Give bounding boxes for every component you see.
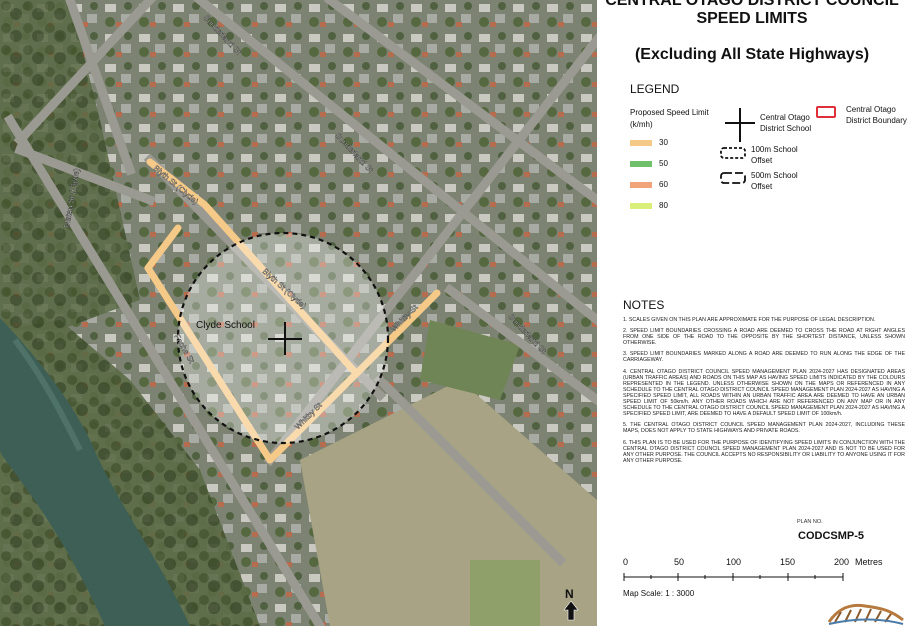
speed-label-60: 60: [659, 180, 668, 189]
council-logo-icon: [827, 603, 904, 625]
notes-heading: NOTES: [623, 298, 665, 312]
note-3: 3. SPEED LIMIT BOUNDARIES MARKED ALONG A…: [623, 351, 905, 364]
note-1: 1. SCALES GIVEN ON THIS PLAN ARE APPROXI…: [623, 317, 876, 323]
boundary-label-2: District Boundary: [846, 116, 907, 125]
scale-tick-100: 100: [726, 557, 742, 567]
note-5: 5. THE CENTRAL OTAGO DISTRICT COUNCIL SP…: [623, 422, 905, 435]
title-line-2: SPEED LIMITS: [696, 10, 808, 27]
boundary-swatch: [816, 106, 836, 118]
map-scale: Map Scale: 1 : 3000: [623, 589, 695, 598]
scale-bar: [623, 573, 844, 581]
offset-100m-label-2: Offset: [751, 156, 773, 165]
note-6: 6. THIS PLAN IS TO BE USED FOR THE PURPO…: [623, 439, 905, 464]
offset-100m-label-1: 100m School: [751, 145, 798, 154]
subtitle: (Excluding All State Highways): [634, 46, 870, 63]
speed-swatch-30: [630, 140, 652, 146]
speed-swatch-80: [630, 203, 652, 209]
plan-no: CODCSMP-5: [798, 530, 865, 542]
scale-tick-0: 0: [623, 557, 629, 567]
speed-label-50: 50: [659, 159, 668, 168]
speed-heading-1: Proposed Speed Limit: [630, 108, 709, 117]
speed-swatch-50: [630, 161, 652, 167]
note-4: 4. CENTRAL OTAGO DISTRICT COUNCIL SPEED …: [623, 368, 905, 418]
offset-500m-label-1: 500m School: [751, 171, 798, 180]
speed-label-80: 80: [659, 201, 668, 210]
legend-panel: CENTRAL OTAGO DISTRICT COUNCIL SPEED LIM…: [597, 0, 907, 626]
speed-label-30: 30: [659, 138, 668, 147]
school-label-1: Central Otago: [760, 113, 810, 122]
notes-list: 1. SCALES GIVEN ON THIS PLAN ARE APPROXI…: [623, 317, 905, 469]
title-line-1: CENTRAL OTAGO DISTRICT COUNCIL: [605, 0, 899, 9]
svg-text:N: N: [565, 587, 574, 601]
offset-500m-icon: [720, 172, 746, 184]
scale-tick-50: 50: [674, 557, 685, 567]
school-label: Clyde School: [196, 320, 255, 331]
scale-tick-200: 200: [834, 557, 850, 567]
legend-heading: LEGEND: [630, 82, 680, 96]
boundary-label-1: Central Otago: [846, 105, 896, 114]
plan-no-label: PLAN NO.: [797, 519, 823, 525]
offset-500m-label-2: Offset: [751, 182, 773, 191]
note-2: 2. SPEED LIMIT BOUNDARIES CROSSING A ROA…: [623, 328, 905, 347]
scale-tick-150: 150: [780, 557, 796, 567]
speed-heading-2: (k/mh): [630, 120, 653, 129]
aerial-map[interactable]: Sunderland St Sunderland St Sunderland S…: [0, 0, 597, 626]
school-label-2: District School: [760, 124, 812, 133]
scale-unit: Metres: [855, 557, 883, 567]
school-cross-icon: [725, 108, 755, 142]
speed-swatch-60: [630, 182, 652, 188]
map-canvas: Sunderland St Sunderland St Sunderland S…: [0, 0, 597, 626]
offset-100m-icon: [720, 147, 746, 159]
